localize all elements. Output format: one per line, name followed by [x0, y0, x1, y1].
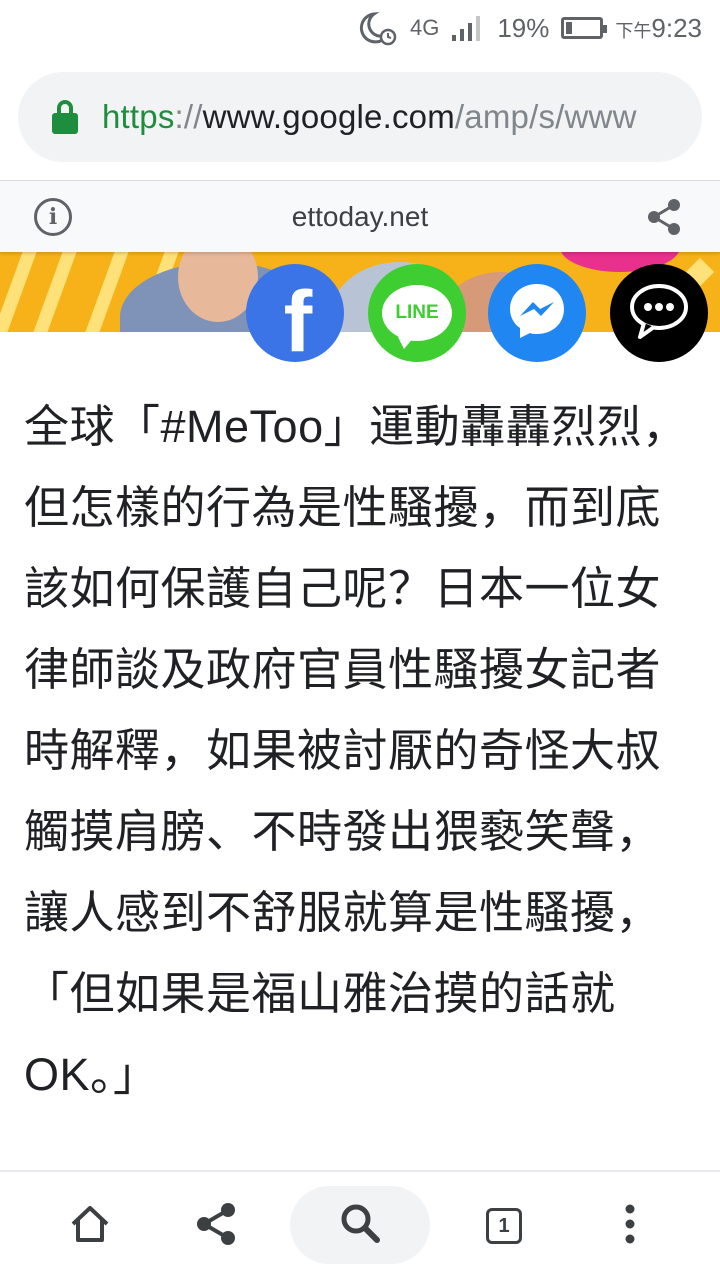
time-prefix: 下午	[615, 20, 652, 41]
line-icon: LINE	[382, 285, 452, 349]
battery-percent: 19%	[497, 12, 550, 43]
clock: 下午9:23	[615, 13, 702, 44]
signal-icon	[451, 13, 485, 43]
messenger-share-button[interactable]	[488, 264, 586, 362]
url-separator: ://	[174, 98, 203, 135]
battery-icon	[561, 17, 608, 39]
browser-page: 4G 19% 下午9:23 https://www.google.com/amp…	[0, 0, 720, 1280]
tabs-icon: 1	[486, 1208, 522, 1244]
url-text[interactable]: https://www.google.com/amp/s/www	[102, 98, 637, 136]
amp-header: i ettoday.net	[0, 180, 720, 252]
amp-domain[interactable]: ettoday.net	[292, 201, 428, 233]
share-button[interactable]	[176, 1186, 256, 1266]
url-area: https://www.google.com/amp/s/www	[0, 56, 720, 180]
lock-icon[interactable]	[52, 100, 78, 134]
chat-more-icon	[626, 281, 692, 346]
bottom-toolbar: 1	[0, 1172, 720, 1280]
article-paragraph: 全球「#MeToo」運動轟轟烈烈，但怎樣的行為是性騷擾，而到底該如何保護自己呢？…	[24, 401, 688, 1100]
address-bar[interactable]: https://www.google.com/amp/s/www	[18, 72, 702, 162]
facebook-share-button[interactable]: f	[246, 264, 344, 370]
overflow-menu-button[interactable]	[590, 1186, 670, 1266]
info-icon[interactable]: i	[34, 198, 72, 236]
status-bar: 4G 19% 下午9:23	[0, 0, 720, 56]
messenger-icon	[504, 278, 570, 349]
url-host: www.google.com	[202, 98, 455, 135]
more-vert-icon	[620, 1202, 640, 1251]
facebook-icon: f	[283, 274, 313, 370]
share-icon[interactable]	[644, 197, 684, 237]
moon-alarm-icon	[358, 10, 398, 46]
search-button[interactable]	[290, 1186, 430, 1264]
line-share-button[interactable]: LINE	[368, 264, 466, 362]
home-button[interactable]	[50, 1186, 130, 1266]
url-path: /amp/s/www	[454, 98, 637, 135]
share-icon	[193, 1201, 239, 1252]
url-scheme: https	[102, 98, 175, 135]
tab-switcher-button[interactable]: 1	[464, 1186, 544, 1266]
time-value: 9:23	[651, 12, 702, 43]
battery-level	[566, 22, 573, 34]
network-type: 4G	[409, 15, 440, 40]
search-icon	[338, 1201, 382, 1250]
home-icon	[68, 1202, 112, 1251]
more-share-button[interactable]	[610, 264, 708, 362]
